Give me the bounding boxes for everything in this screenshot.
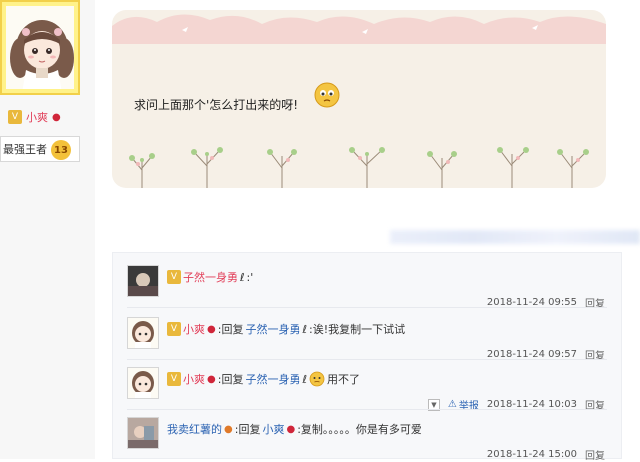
reply-target-user[interactable]: 小爽 bbox=[262, 421, 284, 437]
crying-face-icon bbox=[314, 82, 340, 108]
girl-avatar-icon[interactable] bbox=[127, 367, 159, 399]
reply-target-user[interactable]: 子然一身勇 bbox=[245, 371, 300, 387]
reply-button[interactable]: 回复 bbox=[585, 447, 605, 462]
reply-item: 我卖红薯的 ● :回复 小爽 ● :复制。。。。。你是有多可爱 2018-11-… bbox=[127, 413, 613, 462]
cherry-icon: ● bbox=[286, 423, 296, 435]
pumpkin-icon: ● bbox=[224, 423, 233, 435]
reply-item: V 子然一身勇 ℓ :' 2018-11-24 09:55 回复 bbox=[127, 261, 613, 310]
author-sidebar: V 小爽 ● 最强王者 13 bbox=[0, 0, 95, 459]
reply-time: 2018-11-24 15:00 bbox=[486, 449, 577, 460]
reply-content: 我卖红薯的 ● :回复 小爽 ● :复制。。。。。你是有多可爱 bbox=[167, 421, 422, 437]
reply-content: V 小爽 ● :回复 子然一身勇 ℓ :诶!我复制一下试试 bbox=[167, 321, 405, 337]
author-avatar[interactable] bbox=[0, 0, 80, 95]
blurred-area bbox=[390, 230, 640, 244]
author-rank-title: 最强王者 bbox=[3, 143, 47, 156]
cherry-icon: ● bbox=[207, 323, 216, 335]
reply-meta: 2018-11-24 15:00 回复 bbox=[487, 447, 605, 462]
reply-username[interactable]: 小爽 bbox=[183, 321, 205, 337]
vip-badge-icon: V bbox=[167, 322, 181, 336]
girl-avatar-icon bbox=[10, 20, 74, 89]
tree-decoration bbox=[129, 147, 589, 188]
photo-avatar-icon[interactable] bbox=[127, 417, 159, 449]
vip-badge-icon: V bbox=[167, 372, 181, 386]
reply-text: 用不了 bbox=[327, 373, 360, 386]
author-username[interactable]: 小爽 bbox=[26, 109, 48, 125]
post-text: 求问上面那个'怎么打出来的呀! bbox=[134, 98, 299, 112]
reply-item: V 小爽 ● :回复 子然一身勇 ℓ :诶!我复制一下试试 2018-11-24… bbox=[127, 313, 613, 362]
reply-word: :回复 bbox=[217, 373, 244, 386]
reply-username[interactable]: 小爽 bbox=[183, 371, 205, 387]
author-name-line: V 小爽 ● bbox=[8, 108, 61, 126]
user-suffix: ℓ bbox=[302, 372, 307, 386]
reply-word: :回复 bbox=[217, 323, 244, 336]
cherry-icon: ● bbox=[207, 373, 216, 385]
user-suffix: ℓ bbox=[240, 270, 245, 284]
cherry-icon: ● bbox=[52, 111, 61, 123]
reply-content: V 子然一身勇 ℓ :' bbox=[167, 269, 253, 285]
reply-username[interactable]: 子然一身勇 bbox=[183, 269, 238, 285]
reply-username[interactable]: 我卖红薯的 bbox=[167, 421, 222, 437]
reply-word: :回复 bbox=[234, 423, 261, 436]
reply-list: V 子然一身勇 ℓ :' 2018-11-24 09:55 回复 V 小爽 ● … bbox=[112, 252, 622, 462]
user-suffix: ℓ bbox=[302, 322, 307, 336]
reply-divider bbox=[127, 409, 607, 410]
girl-avatar-icon[interactable] bbox=[127, 317, 159, 349]
post-bubble: 求问上面那个'怎么打出来的呀! bbox=[112, 10, 606, 188]
reply-content: V 小爽 ● :回复 子然一身勇 ℓ 用不了 bbox=[167, 371, 360, 387]
vip-badge-icon: V bbox=[167, 270, 181, 284]
sweat-face-icon bbox=[309, 371, 325, 387]
reply-text: :' bbox=[246, 270, 254, 284]
dark-avatar-icon[interactable] bbox=[127, 265, 159, 297]
vip-badge-icon: V bbox=[8, 110, 22, 124]
author-rank-badge: 最强王者 13 bbox=[0, 136, 80, 162]
reply-target-user[interactable]: 子然一身勇 bbox=[245, 321, 300, 337]
reply-divider bbox=[127, 307, 607, 308]
reply-text: :诶!我复制一下试试 bbox=[309, 323, 406, 336]
cloud-border-decoration bbox=[112, 14, 606, 44]
reply-item: V 小爽 ● :回复 子然一身勇 ℓ 用不了 ▼ ⚠ 举报 2018-11-24… bbox=[127, 363, 613, 412]
reply-divider bbox=[127, 359, 607, 360]
reply-text: :复制。。。。。你是有多可爱 bbox=[297, 423, 422, 436]
level-badge: 13 bbox=[51, 140, 71, 160]
